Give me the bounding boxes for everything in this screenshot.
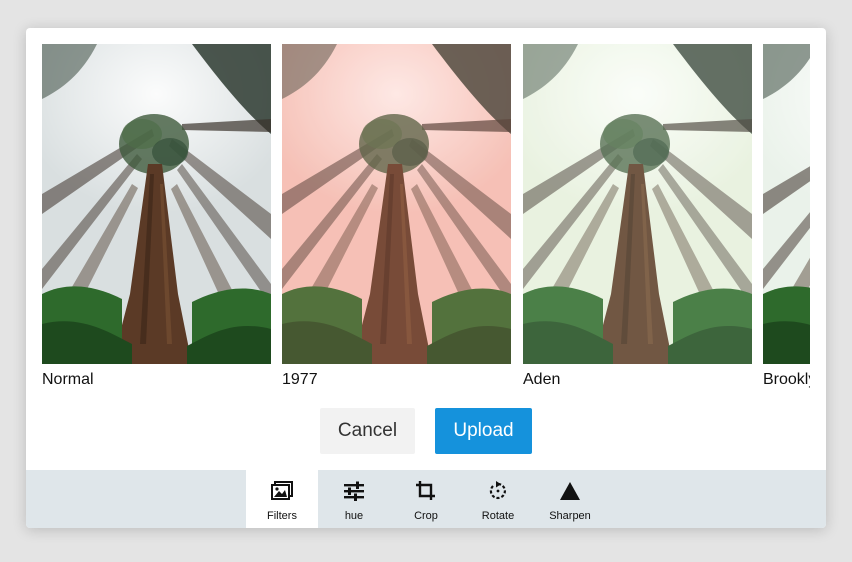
- filter-label: 1977: [282, 371, 318, 388]
- tool-filters[interactable]: Filters: [246, 470, 318, 528]
- filter-preview-1977: [282, 44, 511, 364]
- rotate-icon: [487, 480, 509, 502]
- filter-strip[interactable]: Normal 1977 Aden Brookly: [42, 44, 810, 392]
- tool-sharpen[interactable]: Sharpen: [534, 470, 606, 528]
- tool-label: Filters: [267, 510, 297, 522]
- image-editor-modal: Normal 1977 Aden Brookly Cancel Upload: [26, 28, 826, 528]
- filter-option-1977[interactable]: 1977: [282, 44, 511, 389]
- filter-option-aden[interactable]: Aden: [523, 44, 752, 389]
- action-bar: Cancel Upload: [26, 408, 826, 454]
- filter-option-normal[interactable]: Normal: [42, 44, 271, 389]
- crop-icon: [415, 480, 437, 502]
- tool-label: Rotate: [481, 510, 515, 522]
- filter-label: Aden: [523, 371, 561, 388]
- tool-hue[interactable]: hue: [318, 470, 390, 528]
- filter-preview-normal: [42, 44, 271, 364]
- tool-crop[interactable]: Crop: [390, 470, 462, 528]
- tool-rotate[interactable]: Rotate: [462, 470, 534, 528]
- tool-label: Sharpen: [549, 510, 591, 522]
- filter-preview-brooklyn: [763, 44, 810, 364]
- triangle-icon: [559, 480, 581, 502]
- tool-label: hue: [344, 510, 364, 522]
- filter-preview-aden: [523, 44, 752, 364]
- cancel-button[interactable]: Cancel: [320, 408, 415, 454]
- editor-toolbar: Filters hue Crop Rotate Sharpen: [26, 470, 826, 528]
- sliders-icon: [343, 480, 365, 502]
- images-icon: [271, 480, 293, 502]
- tool-label: Crop: [414, 510, 438, 522]
- filter-label: Brookly: [763, 371, 810, 388]
- filter-option-brooklyn[interactable]: Brookly: [763, 44, 810, 389]
- upload-button[interactable]: Upload: [435, 408, 532, 454]
- filter-label: Normal: [42, 371, 94, 388]
